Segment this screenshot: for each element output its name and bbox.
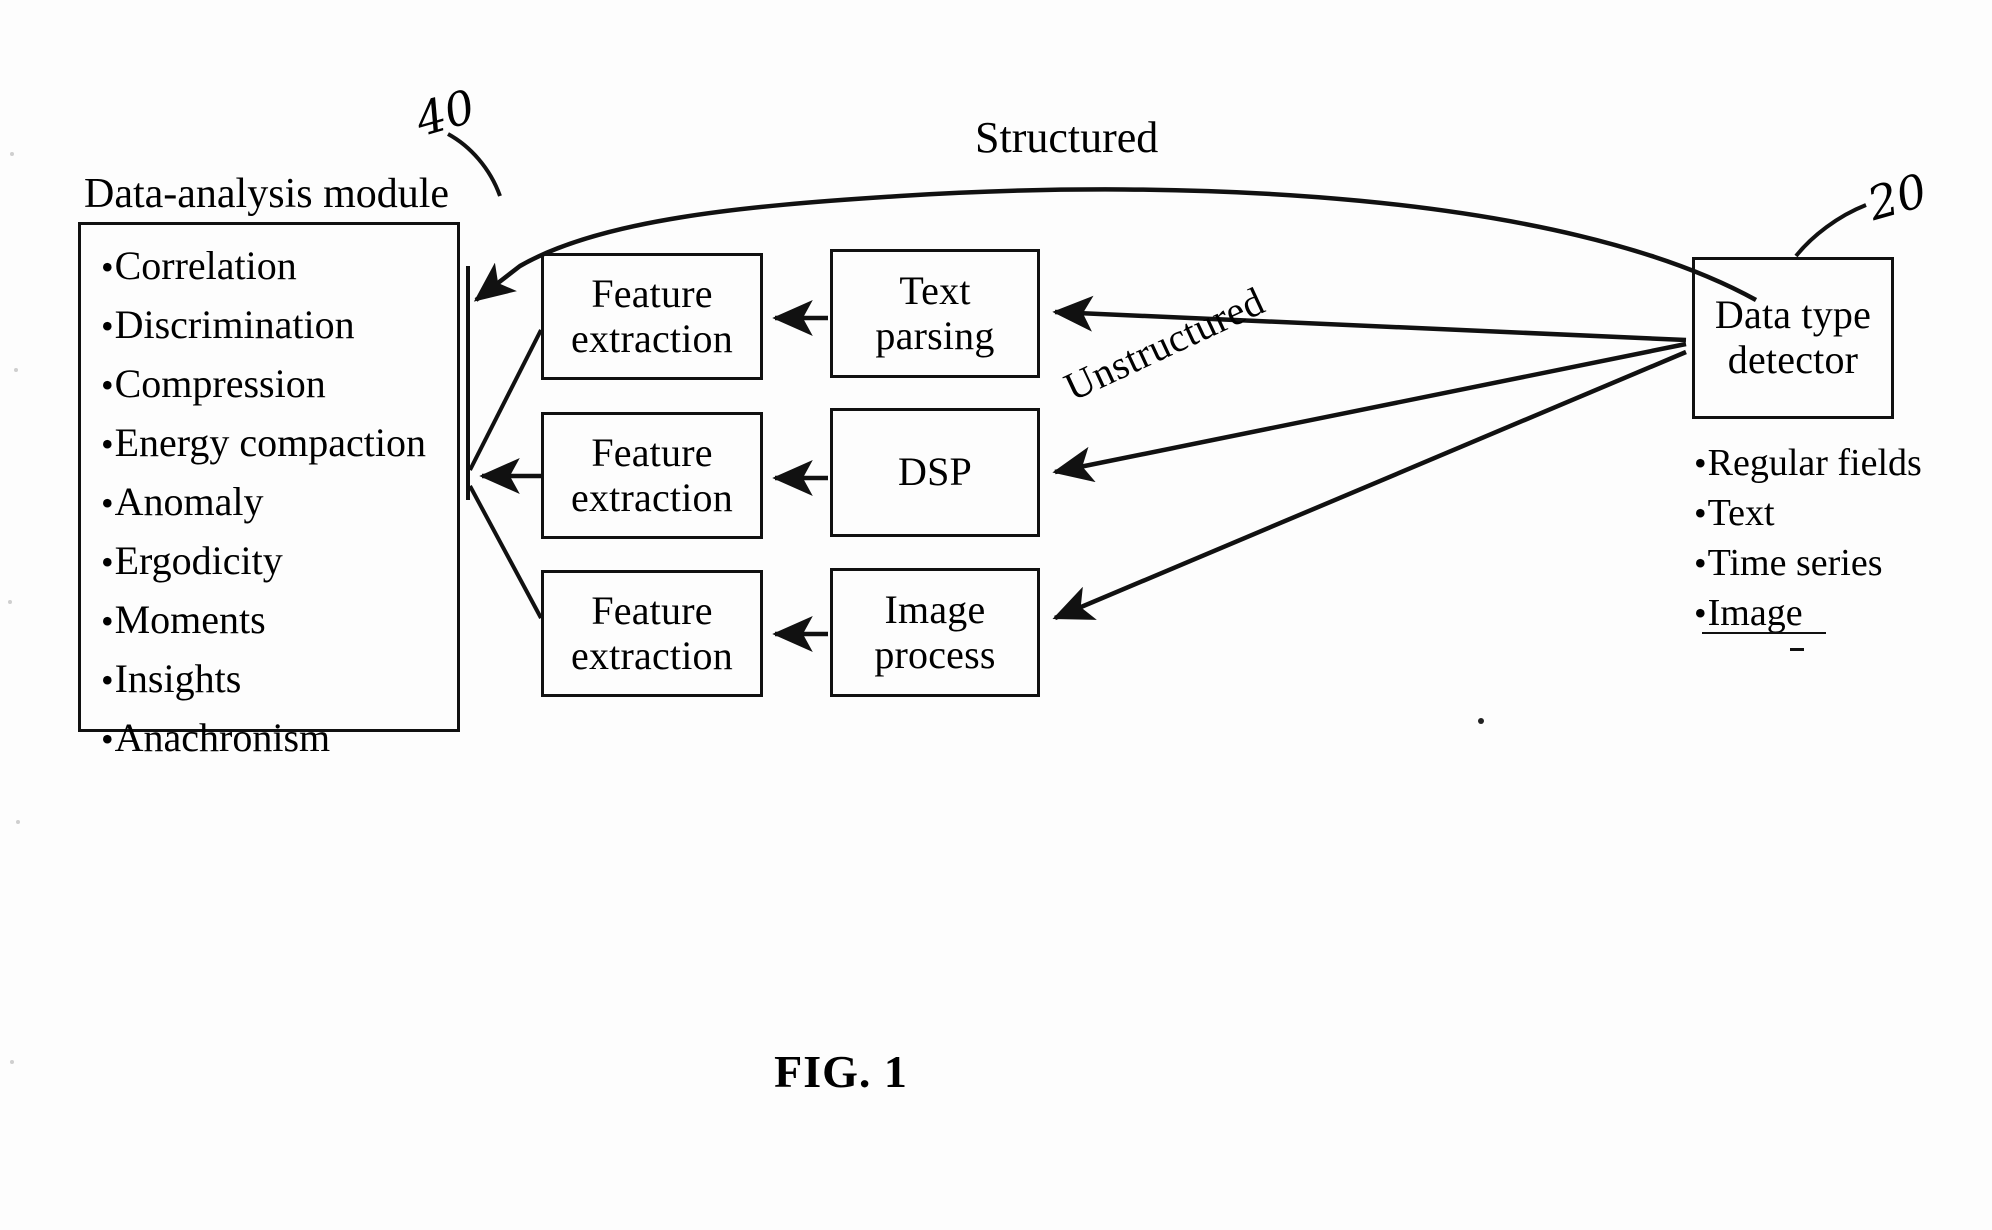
scan-speckle bbox=[8, 600, 12, 604]
edge-label-structured: Structured bbox=[975, 113, 1159, 162]
box-label-line2: process bbox=[874, 631, 996, 677]
bullet-icon: • bbox=[101, 542, 114, 582]
scan-speckle bbox=[10, 152, 14, 156]
list-item-label: Discrimination bbox=[114, 302, 355, 347]
bullet-icon: • bbox=[101, 719, 114, 759]
list-item: •Text bbox=[1694, 488, 1992, 538]
list-item: •Compression bbox=[101, 355, 426, 414]
list-item-label: Image bbox=[1707, 592, 1803, 634]
list-item-label: Ergodicity bbox=[114, 538, 283, 583]
box-label-line2: extraction bbox=[571, 632, 733, 678]
list-item: •Regular fields bbox=[1694, 438, 1992, 488]
list-item-label: Anomaly bbox=[114, 479, 264, 524]
figure-caption-text: FIG. 1 bbox=[774, 1046, 908, 1097]
list-item-label: Anachronism bbox=[114, 715, 331, 760]
list-item-label: Compression bbox=[114, 361, 326, 406]
edge-fe1-to-module bbox=[468, 329, 543, 471]
data-analysis-module-title: Data-analysis module bbox=[84, 171, 450, 217]
scan-speckle bbox=[10, 1060, 14, 1064]
list-item: •Correlation bbox=[101, 237, 426, 296]
bullet-icon: • bbox=[1694, 493, 1707, 533]
list-item: •Time series bbox=[1694, 538, 1992, 588]
edge-detector-to-imageprocess bbox=[1052, 349, 1687, 621]
bullet-icon: • bbox=[101, 306, 114, 346]
scan-speckle bbox=[14, 368, 18, 372]
bullet-icon: • bbox=[101, 247, 114, 287]
box-label-line2: parsing bbox=[875, 312, 995, 358]
image-tick-mark bbox=[1790, 648, 1804, 651]
box-label-line1: Text bbox=[899, 267, 971, 313]
image-underline-mark bbox=[1702, 632, 1826, 634]
scan-dot bbox=[1478, 718, 1484, 724]
box-label-line1: Feature bbox=[591, 587, 713, 633]
box-label-line1: DSP bbox=[898, 449, 972, 495]
bullet-icon: • bbox=[1694, 593, 1707, 633]
bullet-icon: • bbox=[101, 483, 114, 523]
list-item: •Anachronism bbox=[101, 709, 426, 768]
list-item-label: Energy compaction bbox=[114, 420, 426, 465]
list-item: •Image bbox=[1694, 588, 1992, 638]
data-type-detector-box[interactable]: Data type detector bbox=[1692, 257, 1894, 419]
list-item-label: Regular fields bbox=[1707, 442, 1922, 484]
feature-extraction-box-dsp[interactable]: Feature extraction bbox=[541, 412, 763, 539]
data-type-detector-list: •Regular fields •Text •Time series •Imag… bbox=[1694, 438, 1992, 638]
leader-line-40 bbox=[447, 132, 502, 197]
leader-line-20 bbox=[1794, 203, 1867, 258]
feature-extraction-box-text[interactable]: Feature extraction bbox=[541, 253, 763, 380]
list-item: •Energy compaction bbox=[101, 414, 426, 473]
box-label-line2: extraction bbox=[571, 474, 733, 520]
data-analysis-capability-list: •Correlation •Discrimination •Compressio… bbox=[101, 237, 426, 768]
list-item: •Moments bbox=[101, 591, 426, 650]
box-label-line1: Feature bbox=[591, 429, 713, 475]
bullet-icon: • bbox=[101, 424, 114, 464]
dsp-box[interactable]: DSP bbox=[830, 408, 1040, 537]
list-item: •Ergodicity bbox=[101, 532, 426, 591]
scan-speckle bbox=[16, 820, 20, 824]
list-item-label: Time series bbox=[1707, 542, 1883, 584]
box-label-line2: detector bbox=[1727, 337, 1859, 382]
figure-caption: FIG. 1 bbox=[0, 1045, 1992, 1098]
image-process-box[interactable]: Image process bbox=[830, 568, 1040, 697]
list-item-label: Insights bbox=[114, 656, 242, 701]
feature-extraction-box-image[interactable]: Feature extraction bbox=[541, 570, 763, 697]
list-item: •Insights bbox=[101, 650, 426, 709]
patent-figure-page: 40 20 Data-analysis module •Correlation … bbox=[0, 0, 1992, 1230]
reference-numeral-20: 20 bbox=[1861, 162, 1933, 232]
list-item-label: Text bbox=[1707, 492, 1775, 534]
box-label-line1: Feature bbox=[591, 270, 713, 316]
list-item: •Anomaly bbox=[101, 473, 426, 532]
bullet-icon: • bbox=[101, 660, 114, 700]
box-label-line2: extraction bbox=[571, 315, 733, 361]
list-item-label: Correlation bbox=[114, 243, 297, 288]
edge-fe3-to-module bbox=[468, 485, 543, 619]
bullet-icon: • bbox=[1694, 443, 1707, 483]
list-item: •Discrimination bbox=[101, 296, 426, 355]
reference-numeral-40: 40 bbox=[409, 78, 481, 148]
bullet-icon: • bbox=[101, 365, 114, 405]
edge-label-unstructured: Unstructured bbox=[1057, 278, 1272, 410]
box-label-line1: Image bbox=[884, 586, 986, 632]
bullet-icon: • bbox=[1694, 543, 1707, 583]
box-label-line1: Data type bbox=[1714, 292, 1872, 338]
text-parsing-box[interactable]: Text parsing bbox=[830, 249, 1040, 378]
data-analysis-module-box[interactable]: •Correlation •Discrimination •Compressio… bbox=[78, 222, 460, 760]
bullet-icon: • bbox=[101, 601, 114, 641]
list-item-label: Moments bbox=[114, 597, 266, 642]
